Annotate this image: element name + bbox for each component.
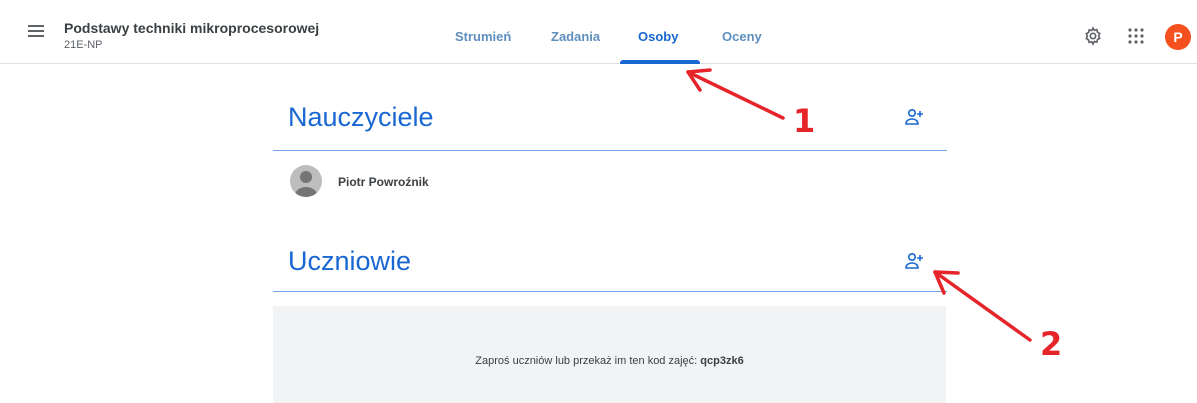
- invite-students-icon[interactable]: [905, 252, 925, 270]
- top-app-bar: Podstawy techniki mikroprocesorowej 21E-…: [0, 0, 1197, 64]
- apps-grid-icon[interactable]: [1128, 28, 1144, 44]
- annotation-label-2: 2: [1040, 325, 1063, 363]
- add-person-icon[interactable]: [905, 108, 925, 126]
- annotation-arrow-1-head: [686, 68, 712, 92]
- invite-message: Zaproś uczniów lub przekaż im ten kod za…: [273, 355, 946, 367]
- students-heading: Uczniowie: [288, 246, 412, 276]
- course-title[interactable]: Podstawy techniki mikroprocesorowej: [64, 20, 319, 36]
- tab-people[interactable]: Osoby: [638, 29, 678, 44]
- person-avatar-icon: [290, 165, 322, 197]
- active-tab-indicator: [620, 60, 700, 64]
- tab-grades[interactable]: Oceny: [722, 29, 762, 44]
- invite-text: Zaproś uczniów lub przekaż im ten kod za…: [475, 355, 698, 367]
- gear-icon[interactable]: [1083, 26, 1103, 46]
- invite-students-box: Zaproś uczniów lub przekaż im ten kod za…: [273, 306, 946, 403]
- course-section: 21E-NP: [64, 39, 103, 51]
- teachers-heading: Nauczyciele: [288, 102, 434, 132]
- account-avatar[interactable]: P: [1165, 24, 1191, 50]
- class-code[interactable]: qcp3zk6: [700, 355, 743, 367]
- tab-classwork[interactable]: Zadania: [551, 29, 600, 44]
- teachers-divider: [273, 150, 947, 151]
- annotation-label-1: 1: [793, 102, 816, 140]
- menu-icon[interactable]: [28, 25, 44, 37]
- teacher-name: Piotr Powroźnik: [338, 175, 429, 189]
- annotation-arrow-2-head: [933, 270, 960, 295]
- annotation-arrow-2: [933, 270, 1032, 342]
- annotation-arrow-1: [686, 70, 785, 120]
- students-divider: [273, 291, 947, 292]
- tab-stream[interactable]: Strumień: [455, 29, 511, 44]
